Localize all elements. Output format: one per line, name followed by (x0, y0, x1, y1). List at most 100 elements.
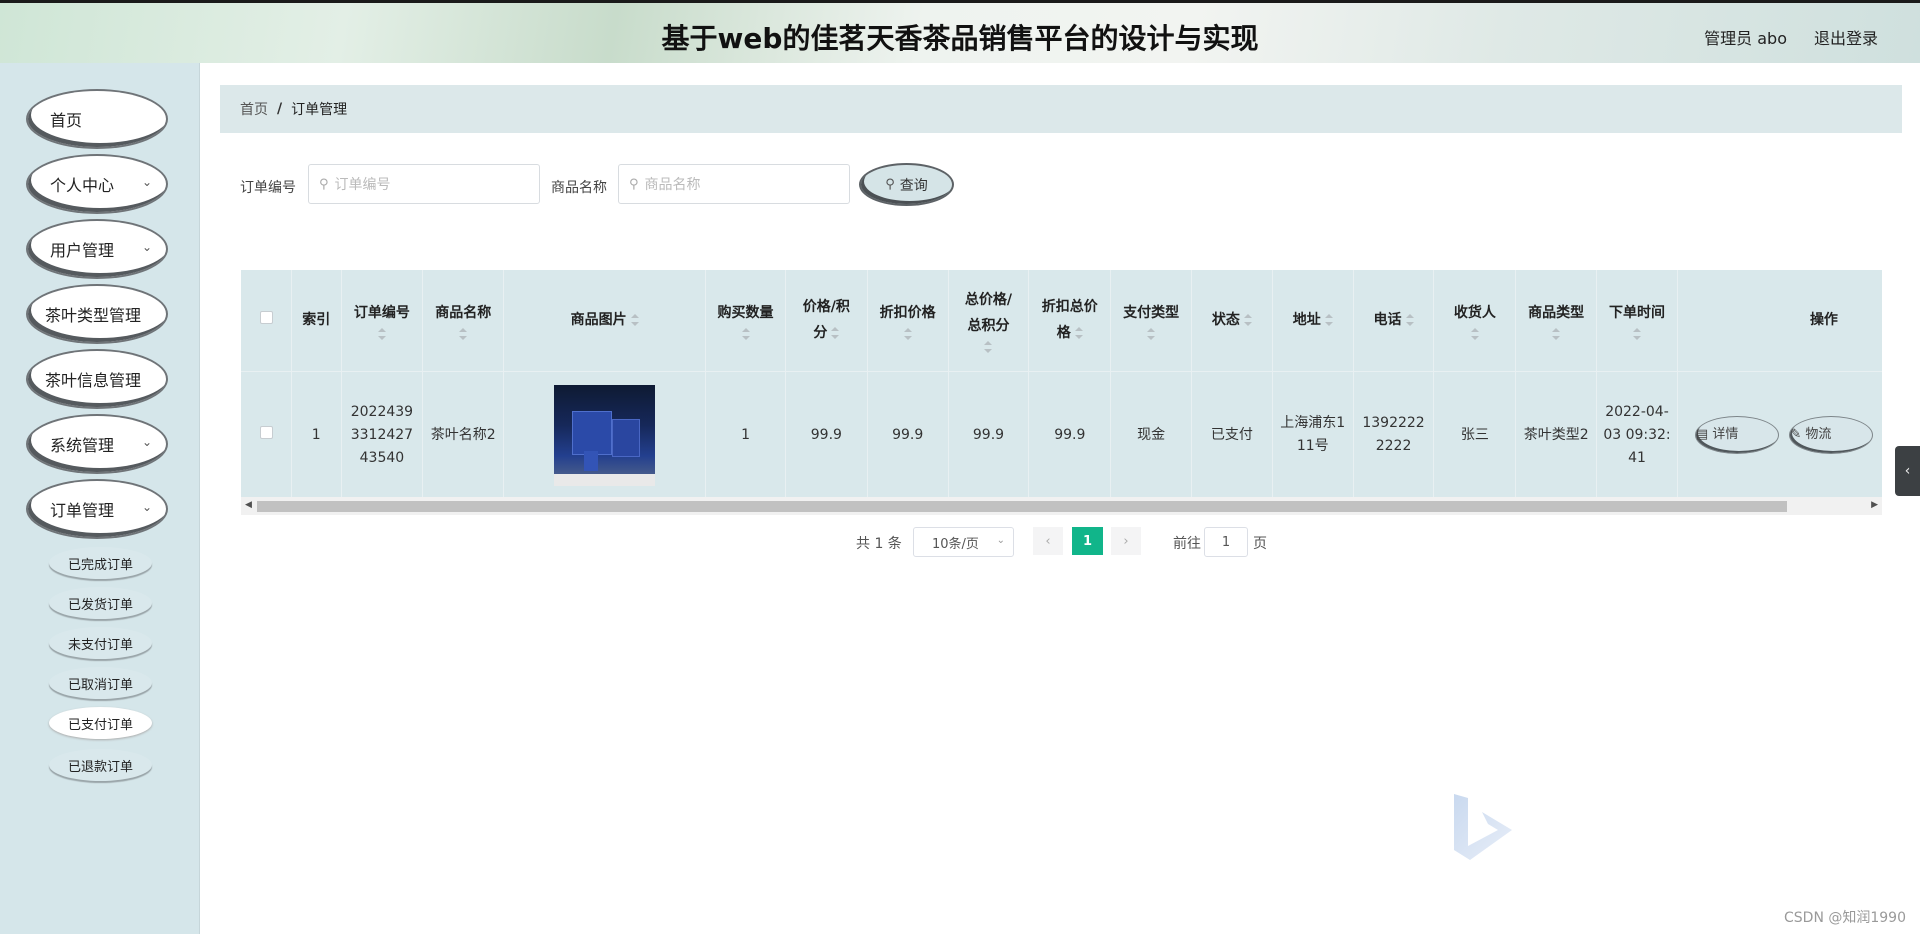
sort-icon[interactable] (1552, 328, 1561, 341)
search-icon: ⚲ (629, 176, 639, 192)
scroll-left-icon[interactable]: ◀ (245, 500, 252, 510)
scrollbar-thumb[interactable] (257, 501, 1787, 512)
scroll-right-icon[interactable]: ▶ (1871, 500, 1878, 510)
cell-discount-total: 99.9 (1028, 371, 1112, 500)
table-header-row: 索引 订单编号 商品名称 商品图片 购买数量 价格/积分 折扣价格 总价格/总积… (241, 270, 1882, 372)
breadcrumb-current: 订单管理 (291, 102, 348, 118)
sort-icon[interactable] (903, 328, 912, 341)
sidebar-item-label: 订单管理 (50, 501, 115, 520)
query-button-label: 查询 (899, 177, 928, 194)
order-no-placeholder: 订单编号 (334, 177, 391, 193)
sidebar-subitem-label: 已退款订单 (67, 759, 133, 775)
sort-icon[interactable] (1405, 314, 1414, 327)
sidebar-item-order-management[interactable]: 订单管理 ⌄ (28, 481, 166, 537)
sidebar-subitem-unpaid-orders[interactable]: 未支付订单 (49, 627, 152, 659)
column-header[interactable]: 电话 (1353, 270, 1435, 372)
app-title: 基于web的佳茗天香茶品销售平台的设计与实现 (661, 22, 1259, 55)
sidebar-subitem-paid-orders[interactable]: 已支付订单 (49, 707, 152, 739)
column-header[interactable]: 购买数量 (705, 270, 786, 372)
sidebar-item-label: 茶叶类型管理 (45, 306, 142, 325)
sort-icon[interactable] (459, 328, 468, 341)
chevron-left-icon: ‹ (1045, 533, 1051, 549)
sidebar-subitem-cancelled-orders[interactable]: 已取消订单 (49, 667, 152, 699)
cell-address: 上海浦东111号 (1272, 371, 1354, 500)
cell-pay-type: 现金 (1110, 371, 1193, 500)
chevron-down-icon: ⌄ (141, 435, 152, 449)
sidebar-item-tea-type-management[interactable]: 茶叶类型管理 (28, 286, 166, 342)
column-header[interactable]: 商品图片 (503, 270, 707, 372)
chevron-down-icon: ⌄ (141, 175, 152, 189)
sidebar: 首页 个人中心 ⌄ 用户管理 ⌄ 茶叶类型管理 茶叶信息管理 系统管理 ⌄ 订单… (0, 63, 200, 934)
prev-page-button[interactable]: ‹ (1033, 527, 1063, 555)
sidebar-item-label: 个人中心 (50, 176, 115, 195)
chevron-down-icon: ⌄ (996, 535, 1005, 546)
logout-link[interactable]: 退出登录 (1814, 25, 1878, 49)
column-header: 索引 (291, 270, 342, 372)
sidebar-item-user-management[interactable]: 用户管理 ⌄ (28, 221, 166, 277)
cell-order-no: 2022439331242743540 (341, 371, 424, 500)
logistics-button[interactable]: ✎ 物流 (1790, 417, 1873, 453)
sort-icon[interactable] (1470, 328, 1479, 341)
edit-icon: ✎ (1790, 427, 1802, 442)
sort-icon[interactable] (1632, 328, 1641, 341)
order-no-input[interactable]: ⚲ 订单编号 (308, 164, 540, 204)
orders-table: 索引 订单编号 商品名称 商品图片 购买数量 价格/积分 折扣价格 总价格/总积… (241, 270, 1882, 515)
column-header[interactable]: 支付类型 (1110, 270, 1193, 372)
pagination-total: 共 1 条 (856, 536, 902, 552)
sidebar-item-label: 茶叶信息管理 (45, 371, 142, 390)
cell-product-name: 茶叶名称2 (422, 371, 505, 500)
sort-icon[interactable] (831, 327, 840, 340)
sidebar-item-tea-info-management[interactable]: 茶叶信息管理 (28, 351, 166, 407)
product-image[interactable] (554, 384, 656, 486)
column-header[interactable]: 地址 (1272, 270, 1354, 372)
column-header[interactable]: 下单时间 (1596, 270, 1678, 372)
column-header[interactable]: 总价格/总积分 (948, 270, 1030, 372)
product-name-input[interactable]: ⚲ 商品名称 (618, 164, 850, 204)
sidebar-subitem-label: 已发货订单 (67, 597, 133, 613)
breadcrumb-separator: / (277, 101, 283, 117)
sort-icon[interactable] (630, 314, 639, 327)
next-page-button[interactable]: › (1111, 527, 1141, 555)
sidebar-subitem-label: 已完成订单 (67, 557, 133, 573)
page-number-current[interactable]: 1 (1072, 527, 1103, 555)
side-panel-toggle[interactable]: ‹ (1895, 446, 1920, 496)
column-header[interactable]: 收货人 (1433, 270, 1517, 372)
column-header[interactable]: 商品名称 (422, 270, 505, 372)
sort-icon[interactable] (377, 328, 386, 341)
select-all-checkbox[interactable] (259, 311, 273, 325)
sort-icon[interactable] (1074, 327, 1083, 340)
column-header[interactable]: 折扣价格 (867, 270, 949, 372)
table-horizontal-scrollbar[interactable]: ◀ ▶ (241, 497, 1882, 515)
sort-icon[interactable] (741, 328, 750, 341)
sort-icon[interactable] (1243, 314, 1252, 327)
column-header[interactable]: 状态 (1191, 270, 1273, 372)
sidebar-item-personal-center[interactable]: 个人中心 ⌄ (28, 156, 166, 212)
sidebar-subitem-completed-orders[interactable]: 已完成订单 (49, 547, 152, 579)
sort-icon[interactable] (1147, 328, 1156, 341)
chevron-right-icon: › (1123, 533, 1129, 549)
sidebar-subitem-shipped-orders[interactable]: 已发货订单 (49, 587, 152, 619)
sort-icon[interactable] (984, 341, 993, 354)
breadcrumb-home[interactable]: 首页 (240, 99, 268, 119)
cell-status: 已支付 (1191, 371, 1273, 500)
column-header: 操作 (1677, 270, 1882, 372)
cell-actions: ▤ 详情 ✎ 物流 ✎ (1677, 371, 1882, 500)
page-size-select[interactable]: 10条/页 ⌄ (913, 527, 1014, 557)
search-icon: ⚲ (319, 176, 329, 192)
query-button[interactable]: ⚲ 查询 (861, 165, 952, 204)
detail-button[interactable]: ▤ 详情 (1695, 417, 1778, 453)
column-header[interactable]: 订单编号 (341, 270, 424, 372)
table-row: 1 2022439331242743540 茶叶名称2 1 99.9 99.9 … (241, 371, 1882, 500)
cell-product-image (503, 371, 707, 500)
column-header[interactable]: 商品类型 (1515, 270, 1598, 372)
sidebar-subitem-refunded-orders[interactable]: 已退款订单 (49, 749, 152, 781)
sidebar-item-system-management[interactable]: 系统管理 ⌄ (28, 416, 166, 472)
column-header[interactable]: 价格/积分 (785, 270, 868, 372)
sort-icon[interactable] (1324, 314, 1333, 327)
goto-page-input[interactable]: 1 (1204, 527, 1248, 557)
sidebar-item-home[interactable]: 首页 (28, 91, 166, 147)
search-icon: ⚲ (885, 177, 895, 192)
column-header[interactable]: 折扣总价格 (1028, 270, 1112, 372)
row-select-cell (241, 371, 292, 500)
row-checkbox[interactable] (259, 425, 273, 439)
